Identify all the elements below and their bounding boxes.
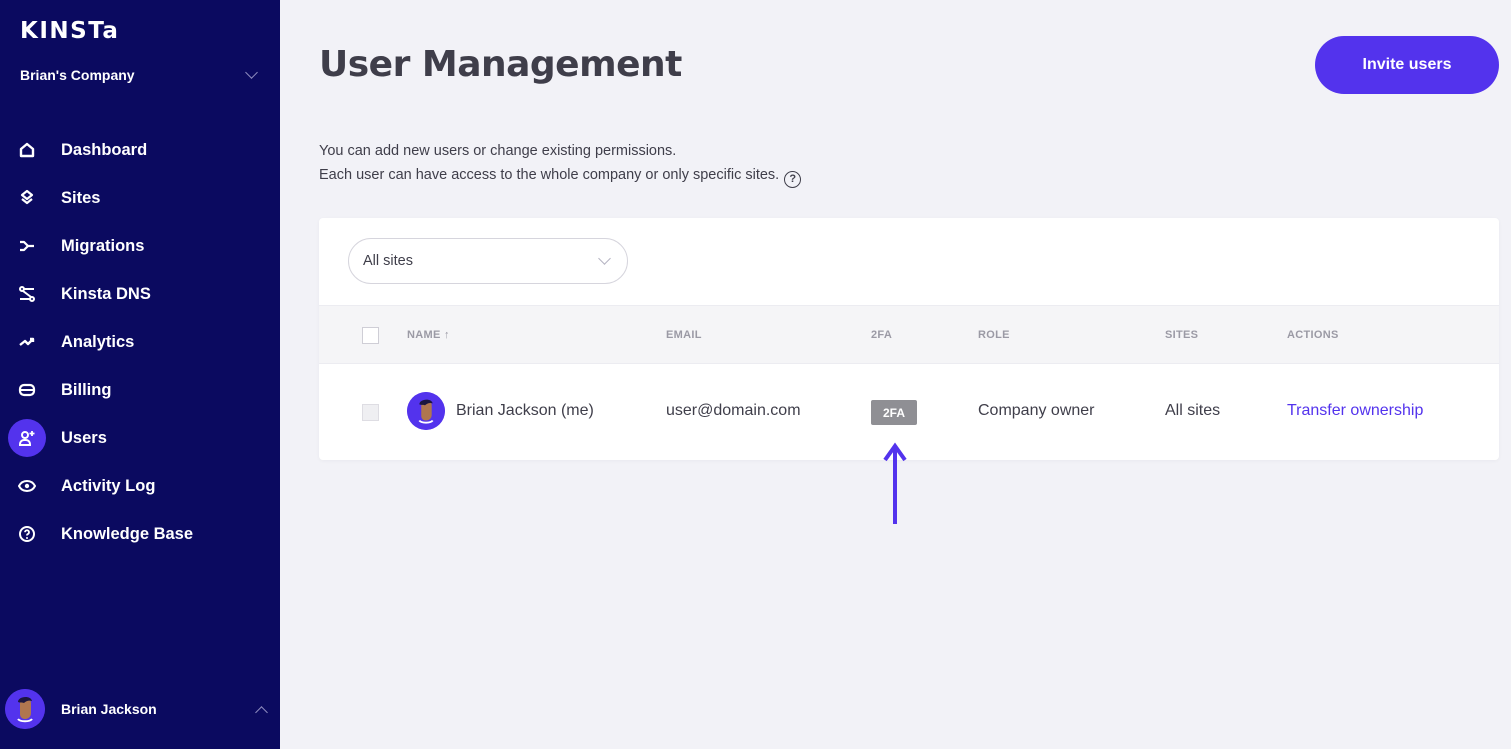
sort-ascending-icon: ↑ [443,329,450,341]
user-name: Brian Jackson [61,701,157,717]
site-filter-value: All sites [363,253,413,269]
chevron-down-icon [245,65,258,79]
company-switcher[interactable]: Brian's Company [20,64,260,86]
sidebar-item-label: Dashboard [61,140,148,159]
users-table-card: All sites NAME ↑ EMAIL 2FA ROLE SITES AC… [319,218,1499,460]
sidebar-item-label: Users [61,428,107,447]
user-avatar [5,689,45,729]
description-text: Each user can have access to the whole c… [319,167,780,183]
chevron-up-icon [255,705,268,719]
sidebar-item-activity-log[interactable]: Activity Log [0,462,280,510]
user-sites-cell: All sites [1165,402,1221,419]
select-all-checkbox[interactable] [362,327,379,344]
kinsta-logo[interactable]: KINSTa [20,18,119,44]
user-menu[interactable]: Brian Jackson [5,689,270,729]
site-filter-select[interactable]: All sites [348,238,628,284]
annotation-arrow-icon [883,442,907,524]
sidebar-item-dashboard[interactable]: Dashboard [0,126,280,174]
page-title: User Management [319,44,682,85]
sidebar-item-migrations[interactable]: Migrations [0,222,280,270]
sidebar-item-analytics[interactable]: Analytics [0,318,280,366]
sidebar-item-label: Kinsta DNS [61,284,151,303]
column-header-2fa: 2FA [871,329,893,341]
company-name: Brian's Company [20,67,135,83]
sidebar-item-users[interactable]: Users [0,414,280,462]
invite-users-button[interactable]: Invite users [1315,36,1499,94]
sidebar-item-label: Billing [61,380,112,399]
sidebar-item-kinsta-dns[interactable]: Kinsta DNS [0,270,280,318]
help-circle-icon [8,515,46,553]
home-icon [8,131,46,169]
column-label: NAME [407,329,441,341]
column-header-sites: SITES [1165,329,1199,341]
column-header-name[interactable]: NAME ↑ [407,329,450,341]
sidebar-item-label: Activity Log [61,476,156,495]
sidebar-nav: Dashboard Sites Migrations Kinsta DNS An… [0,126,280,558]
dns-icon [8,275,46,313]
transfer-ownership-link[interactable]: Transfer ownership [1287,402,1423,420]
sidebar-item-label: Migrations [61,236,145,255]
sidebar-item-label: Sites [61,188,101,207]
page-description: You can add new users or change existing… [319,139,802,188]
trending-up-icon [8,323,46,361]
description-line: You can add new users or change existing… [319,143,677,159]
user-avatar [407,392,445,430]
sidebar-item-knowledge-base[interactable]: Knowledge Base [0,510,280,558]
layers-icon [8,179,46,217]
user-name-cell: Brian Jackson (me) [456,402,594,419]
sidebar-item-billing[interactable]: Billing [0,366,280,414]
sidebar-item-label: Analytics [61,332,135,351]
help-icon[interactable]: ? [784,170,802,188]
column-header-role: ROLE [978,329,1010,341]
table-header: NAME ↑ EMAIL 2FA ROLE SITES ACTIONS [319,305,1499,364]
migrations-icon [8,227,46,265]
user-role-cell: Company owner [978,402,1095,419]
description-line: Each user can have access to the whole c… [319,163,802,188]
sidebar-item-label: Knowledge Base [61,524,194,543]
column-header-email: EMAIL [666,329,702,341]
2fa-badge: 2FA [871,400,917,425]
user-email-cell: user@domain.com [666,402,801,419]
billing-icon [8,371,46,409]
sidebar-item-sites[interactable]: Sites [0,174,280,222]
user-plus-icon [8,419,46,457]
eye-icon [8,467,46,505]
sidebar: KINSTa Brian's Company Dashboard Sites M… [0,0,280,749]
row-checkbox [362,404,379,421]
chevron-down-icon [598,251,611,265]
column-header-actions: ACTIONS [1287,329,1339,341]
